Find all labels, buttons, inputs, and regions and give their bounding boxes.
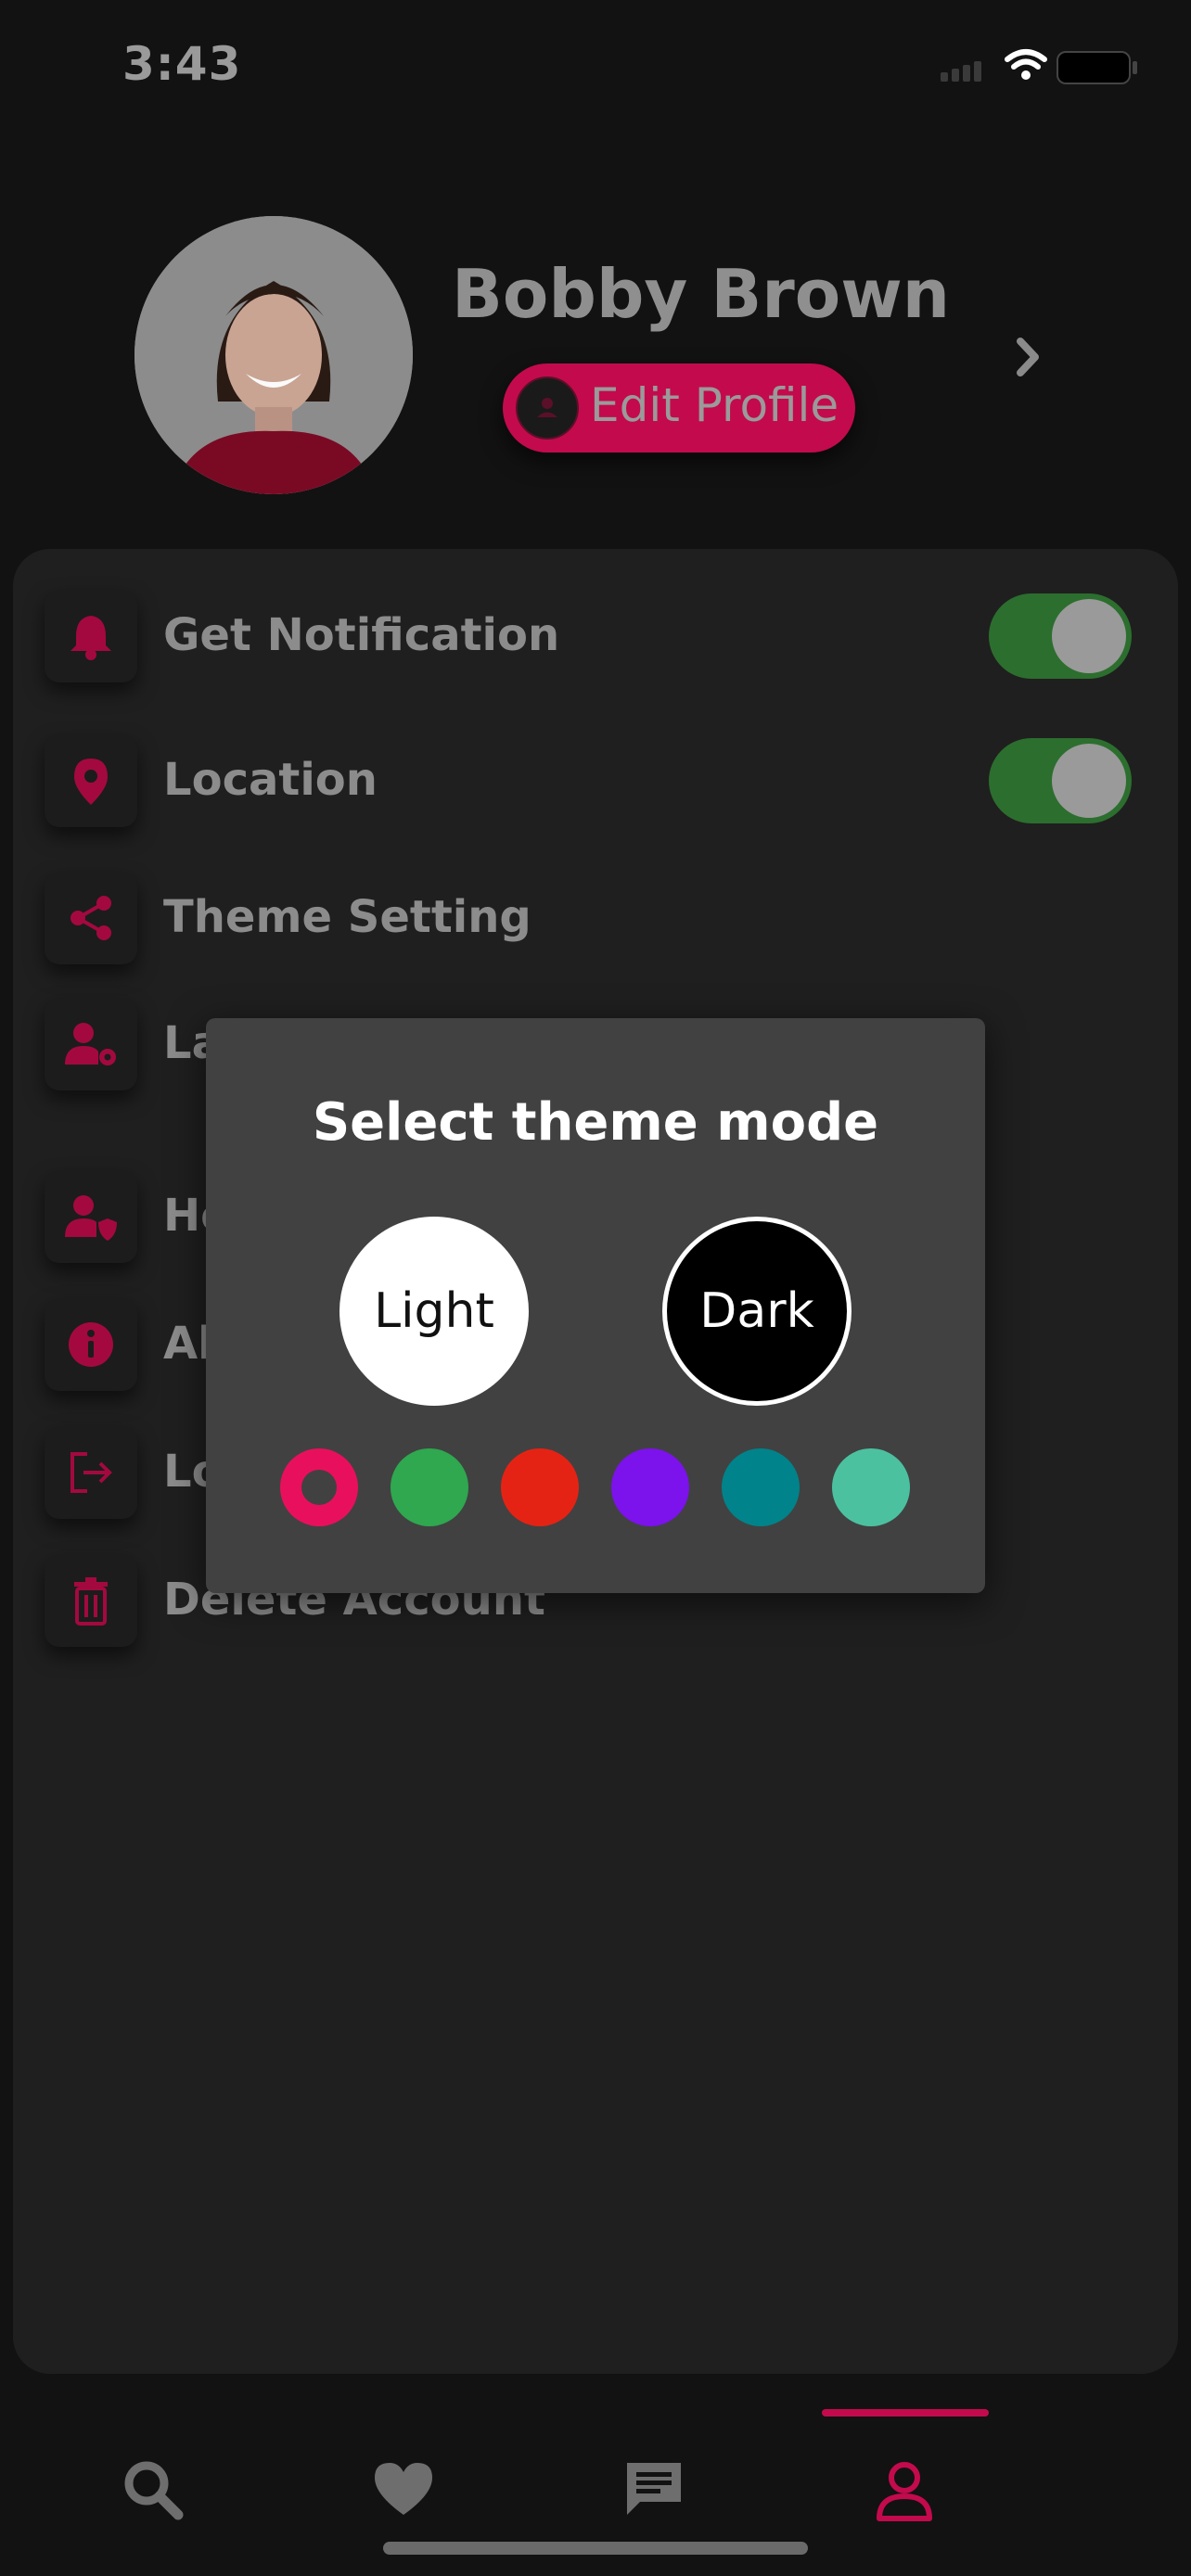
share-icon	[45, 872, 137, 964]
profile-name: Bobby Brown	[452, 255, 951, 333]
color-swatch-green[interactable]	[391, 1448, 468, 1526]
location-pin-icon	[45, 734, 137, 827]
chevron-right-icon[interactable]	[1011, 334, 1048, 380]
color-swatch-mint[interactable]	[832, 1448, 910, 1526]
info-icon	[45, 1298, 137, 1391]
heart-icon[interactable]	[371, 2457, 436, 2522]
user-icon	[516, 376, 579, 440]
status-icons	[941, 45, 1145, 91]
profile-icon[interactable]	[872, 2457, 937, 2522]
notification-toggle[interactable]	[989, 593, 1132, 679]
edit-profile-button[interactable]: Edit Profile	[503, 363, 855, 453]
bell-icon	[45, 590, 137, 682]
cellular-icon	[941, 61, 981, 82]
modal-title: Select theme mode	[312, 1092, 879, 1153]
wifi-icon	[1005, 49, 1047, 70]
status-time: 3:43	[122, 37, 242, 91]
color-swatch-red[interactable]	[501, 1448, 579, 1526]
color-swatch-purple[interactable]	[611, 1448, 689, 1526]
location-toggle[interactable]	[989, 738, 1132, 823]
logout-icon	[45, 1426, 137, 1519]
color-swatch-teal[interactable]	[722, 1448, 800, 1526]
setting-label-notification: Get Notification	[163, 609, 560, 661]
edit-profile-label: Edit Profile	[590, 378, 839, 432]
nav-active-indicator	[822, 2409, 989, 2417]
avatar[interactable]	[134, 216, 413, 494]
dark-mode-button[interactable]: Dark	[662, 1217, 852, 1406]
theme-modal: Select theme mode Light Dark	[206, 1018, 985, 1593]
battery-icon	[1057, 51, 1137, 84]
message-icon[interactable]	[621, 2457, 686, 2522]
search-icon[interactable]	[121, 2457, 186, 2522]
setting-label-location: Location	[163, 754, 378, 806]
home-indicator	[383, 2542, 808, 2555]
setting-label-theme[interactable]: Theme Setting	[163, 891, 531, 943]
color-swatch-pink[interactable]	[280, 1448, 358, 1526]
light-mode-button[interactable]: Light	[339, 1217, 529, 1406]
user-gear-icon	[45, 998, 137, 1090]
user-shield-icon	[45, 1170, 137, 1263]
trash-icon	[45, 1554, 137, 1647]
